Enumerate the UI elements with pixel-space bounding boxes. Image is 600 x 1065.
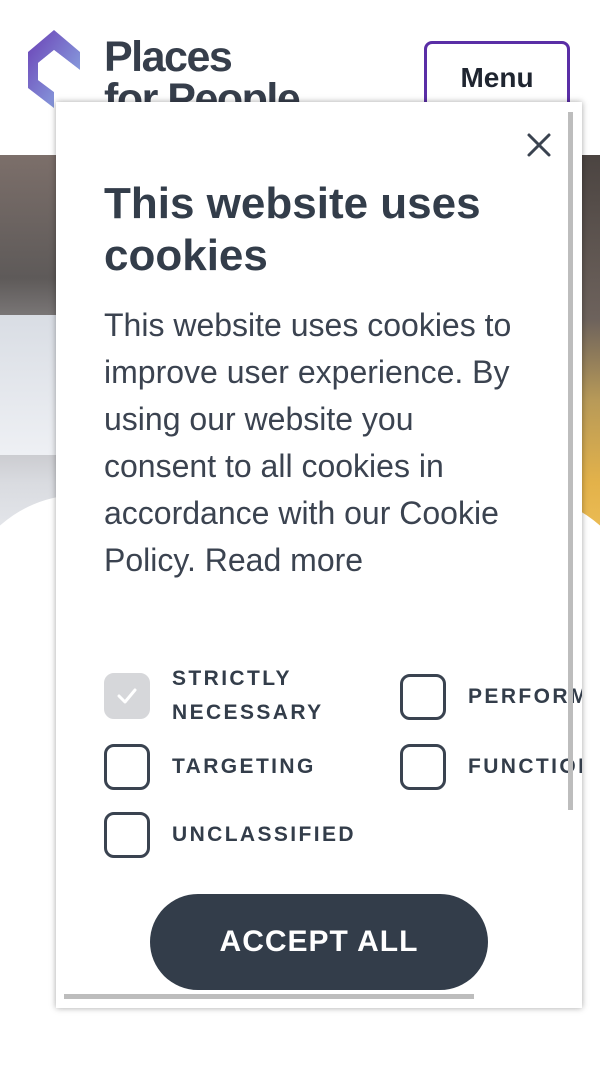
checkbox-targeting[interactable] xyxy=(104,744,150,790)
checkbox-performance[interactable] xyxy=(400,674,446,720)
option-targeting[interactable]: TARGETING xyxy=(104,744,316,790)
option-label: TARGETING xyxy=(172,755,316,778)
read-more-link[interactable]: Read more xyxy=(205,542,363,578)
option-label: FUNCTIONALITY xyxy=(468,755,582,778)
option-label: STRICTLY NECESSARY xyxy=(172,667,324,724)
dialog-title: This website uses cookies xyxy=(104,179,481,280)
vertical-scrollbar[interactable] xyxy=(568,112,573,810)
checkbox-unclassified[interactable] xyxy=(104,812,150,858)
option-label: UNCLASSIFIED xyxy=(172,823,356,846)
option-performance[interactable]: PERFORMANCE xyxy=(400,674,582,720)
logo-wordmark: Places for People xyxy=(104,33,301,111)
accept-all-button[interactable]: ACCEPT ALL xyxy=(150,894,488,990)
horizontal-scrollbar[interactable] xyxy=(64,994,474,999)
close-button[interactable] xyxy=(522,128,556,162)
dialog-body-text: This website uses cookies to improve use… xyxy=(104,307,512,578)
option-strictly-necessary[interactable]: STRICTLY NECESSARY xyxy=(104,662,324,730)
option-unclassified[interactable]: UNCLASSIFIED xyxy=(104,812,356,858)
check-icon xyxy=(117,688,137,704)
logo-line-1: Places xyxy=(104,33,233,81)
dialog-body: This website uses cookies to improve use… xyxy=(104,302,534,584)
option-label: PERFORMANCE xyxy=(468,685,582,708)
checkbox-strictly-necessary[interactable] xyxy=(104,673,150,719)
logo-mark-icon xyxy=(28,30,80,108)
cookie-consent-dialog: This website uses cookies This website u… xyxy=(56,102,582,1008)
places-for-people-logo[interactable]: Places for People xyxy=(28,30,328,110)
close-icon xyxy=(527,133,551,157)
checkbox-functionality[interactable] xyxy=(400,744,446,790)
cookie-options: STRICTLY NECESSARY PERFORMANCE TARGETING… xyxy=(104,662,582,862)
option-functionality[interactable]: FUNCTIONALITY xyxy=(400,744,582,790)
